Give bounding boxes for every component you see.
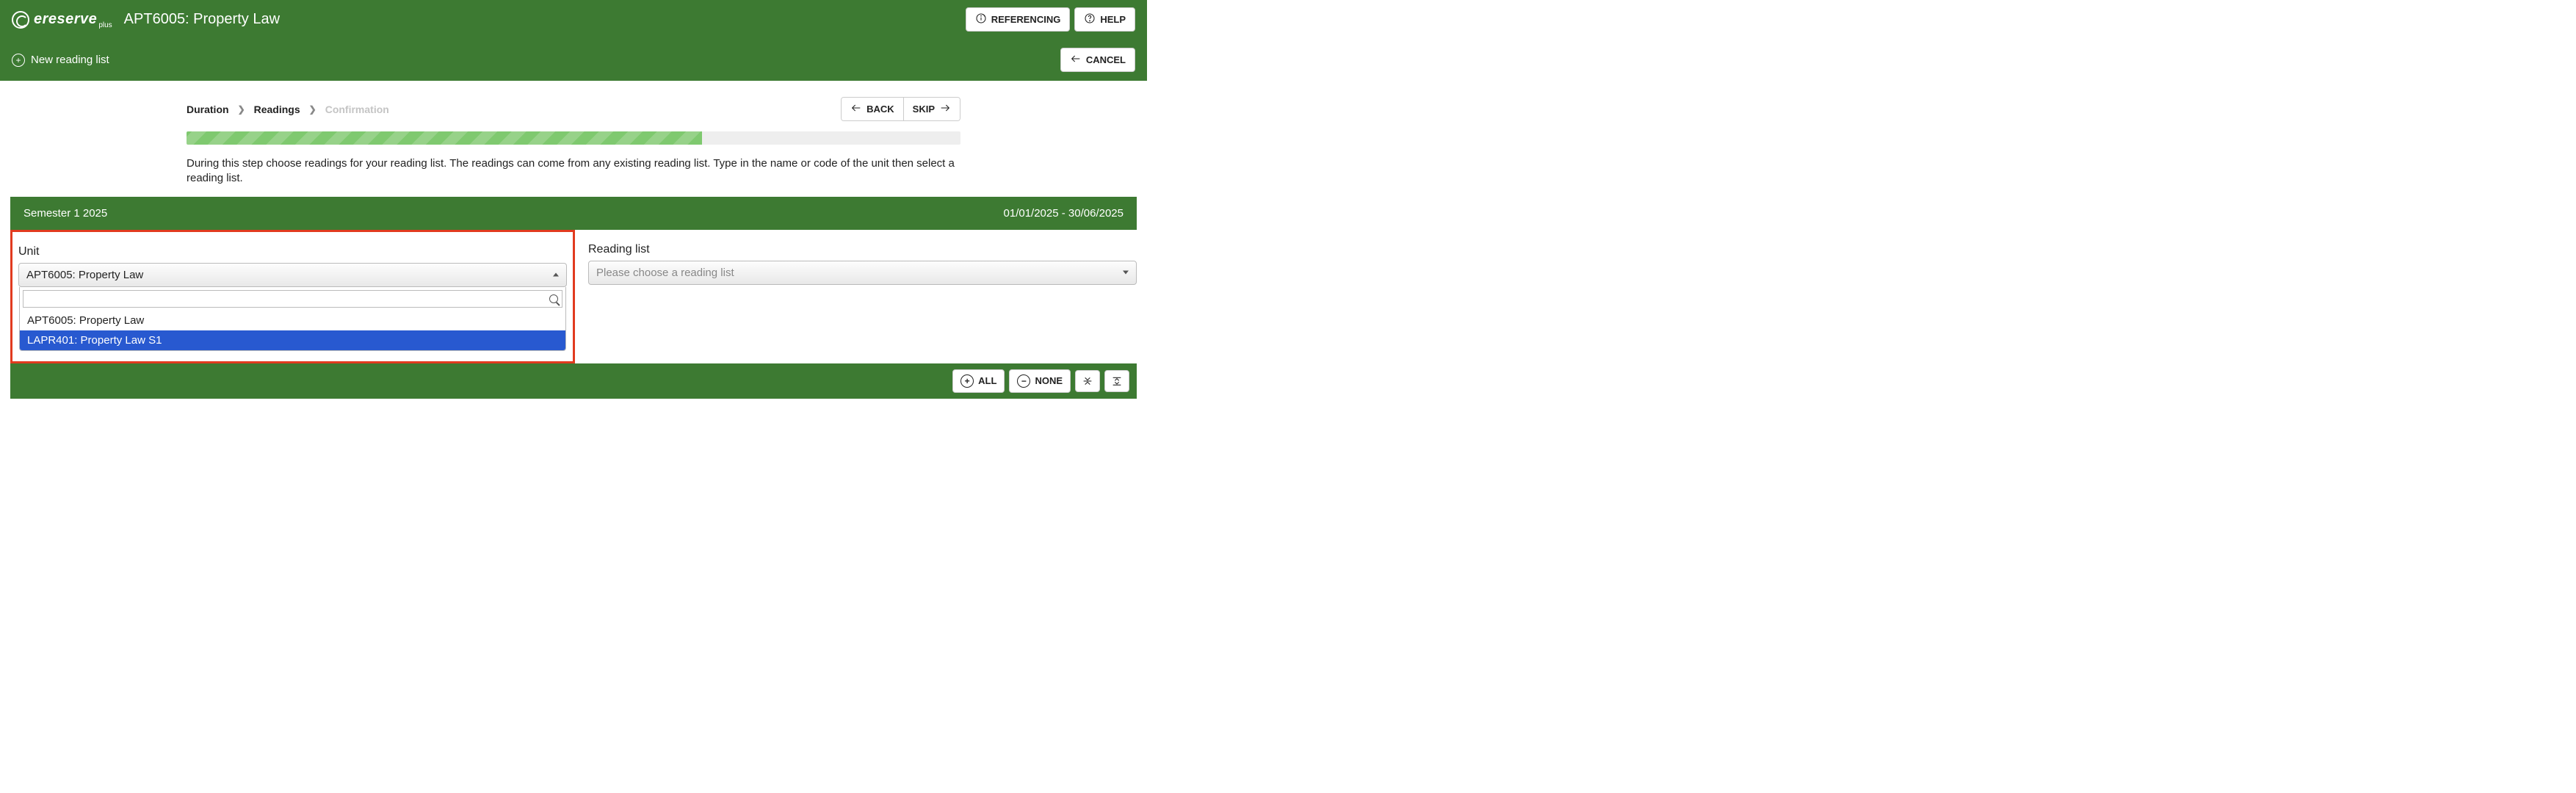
chevron-right-icon: ❯: [309, 104, 316, 115]
unit-search-input[interactable]: [23, 290, 562, 308]
arrow-left-icon: [1070, 53, 1082, 67]
unit-label: Unit: [18, 245, 567, 258]
reading-list-field-container: Reading list Please choose a reading lis…: [575, 230, 1137, 363]
progress-bar: [187, 131, 960, 145]
unit-select[interactable]: APT6005: Property Law: [18, 263, 567, 287]
ereserve-logo: ereserve plus: [12, 11, 115, 29]
select-none-button[interactable]: − NONE: [1009, 369, 1071, 393]
wizard-buttons: BACK SKIP: [841, 97, 960, 121]
back-label: BACK: [866, 104, 894, 115]
page-title: APT6005: Property Law: [124, 11, 280, 28]
new-reading-list-label: New reading list: [31, 54, 109, 66]
referencing-button[interactable]: REFERENCING: [966, 7, 1071, 32]
arrow-right-icon: [939, 102, 951, 116]
arrow-left-icon: [850, 102, 862, 116]
crumb-readings: Readings: [254, 104, 300, 115]
chevron-down-icon: [1123, 271, 1129, 275]
collapse-icon: [1082, 375, 1093, 387]
crumb-confirmation: Confirmation: [325, 104, 389, 115]
unit-field-container: Unit APT6005: Property Law APT6005: Prop…: [10, 230, 575, 363]
semester-name: Semester 1 2025: [23, 207, 107, 220]
cancel-label: CANCEL: [1086, 54, 1126, 65]
wizard-top: Duration ❯ Readings ❯ Confirmation BACK …: [187, 97, 960, 131]
unit-search-wrap: [20, 287, 565, 311]
select-all-button[interactable]: + ALL: [952, 369, 1005, 393]
top-header: ereserve plus APT6005: Property Law REFE…: [0, 0, 1147, 39]
collapse-all-button[interactable]: [1075, 370, 1100, 392]
unit-option[interactable]: APT6005: Property Law: [20, 311, 565, 330]
info-icon: [975, 12, 987, 26]
new-reading-list-breadcrumb[interactable]: + New reading list: [12, 54, 109, 67]
search-icon: [549, 294, 558, 303]
footer-bar: + ALL − NONE: [10, 363, 1137, 399]
chevron-right-icon: ❯: [238, 104, 245, 115]
header-right: REFERENCING HELP: [966, 7, 1135, 32]
skip-label: SKIP: [913, 104, 935, 115]
chevron-up-icon: [553, 273, 559, 277]
logo-plus: plus: [98, 21, 112, 29]
reading-list-label: Reading list: [588, 243, 1137, 256]
all-label: ALL: [978, 375, 996, 386]
unit-dropdown-panel: APT6005: Property Law LAPR401: Property …: [19, 287, 566, 351]
expand-icon: [1111, 375, 1123, 387]
crumb-duration[interactable]: Duration: [187, 104, 229, 115]
none-label: NONE: [1035, 375, 1063, 386]
logo-text: ereserve: [34, 11, 97, 28]
cancel-button[interactable]: CANCEL: [1060, 48, 1135, 72]
logo-swirl-icon: [12, 11, 29, 29]
referencing-label: REFERENCING: [991, 14, 1061, 25]
plus-icon: +: [960, 374, 974, 388]
wizard-instructions: During this step choose readings for you…: [187, 145, 960, 187]
sub-header: + New reading list CANCEL: [0, 39, 1147, 81]
reading-list-placeholder: Please choose a reading list: [596, 267, 734, 279]
plus-icon: +: [12, 54, 25, 67]
wizard-area: Duration ❯ Readings ❯ Confirmation BACK …: [187, 81, 960, 197]
progress-fill: [187, 131, 702, 145]
expand-all-button[interactable]: [1104, 370, 1129, 392]
semester-bar: Semester 1 2025 01/01/2025 - 30/06/2025: [10, 197, 1137, 230]
skip-button[interactable]: SKIP: [903, 98, 960, 120]
semester-range: 01/01/2025 - 30/06/2025: [1004, 207, 1124, 220]
minus-icon: −: [1017, 374, 1030, 388]
form-area: Unit APT6005: Property Law APT6005: Prop…: [0, 230, 1147, 363]
header-left: ereserve plus APT6005: Property Law: [12, 11, 280, 29]
help-icon: [1084, 12, 1096, 26]
unit-selected-value: APT6005: Property Law: [26, 269, 143, 281]
help-label: HELP: [1100, 14, 1126, 25]
unit-option[interactable]: LAPR401: Property Law S1: [20, 330, 565, 350]
help-button[interactable]: HELP: [1074, 7, 1135, 32]
back-button[interactable]: BACK: [842, 98, 903, 120]
reading-list-select[interactable]: Please choose a reading list: [588, 261, 1137, 285]
breadcrumb: Duration ❯ Readings ❯ Confirmation: [187, 104, 389, 115]
